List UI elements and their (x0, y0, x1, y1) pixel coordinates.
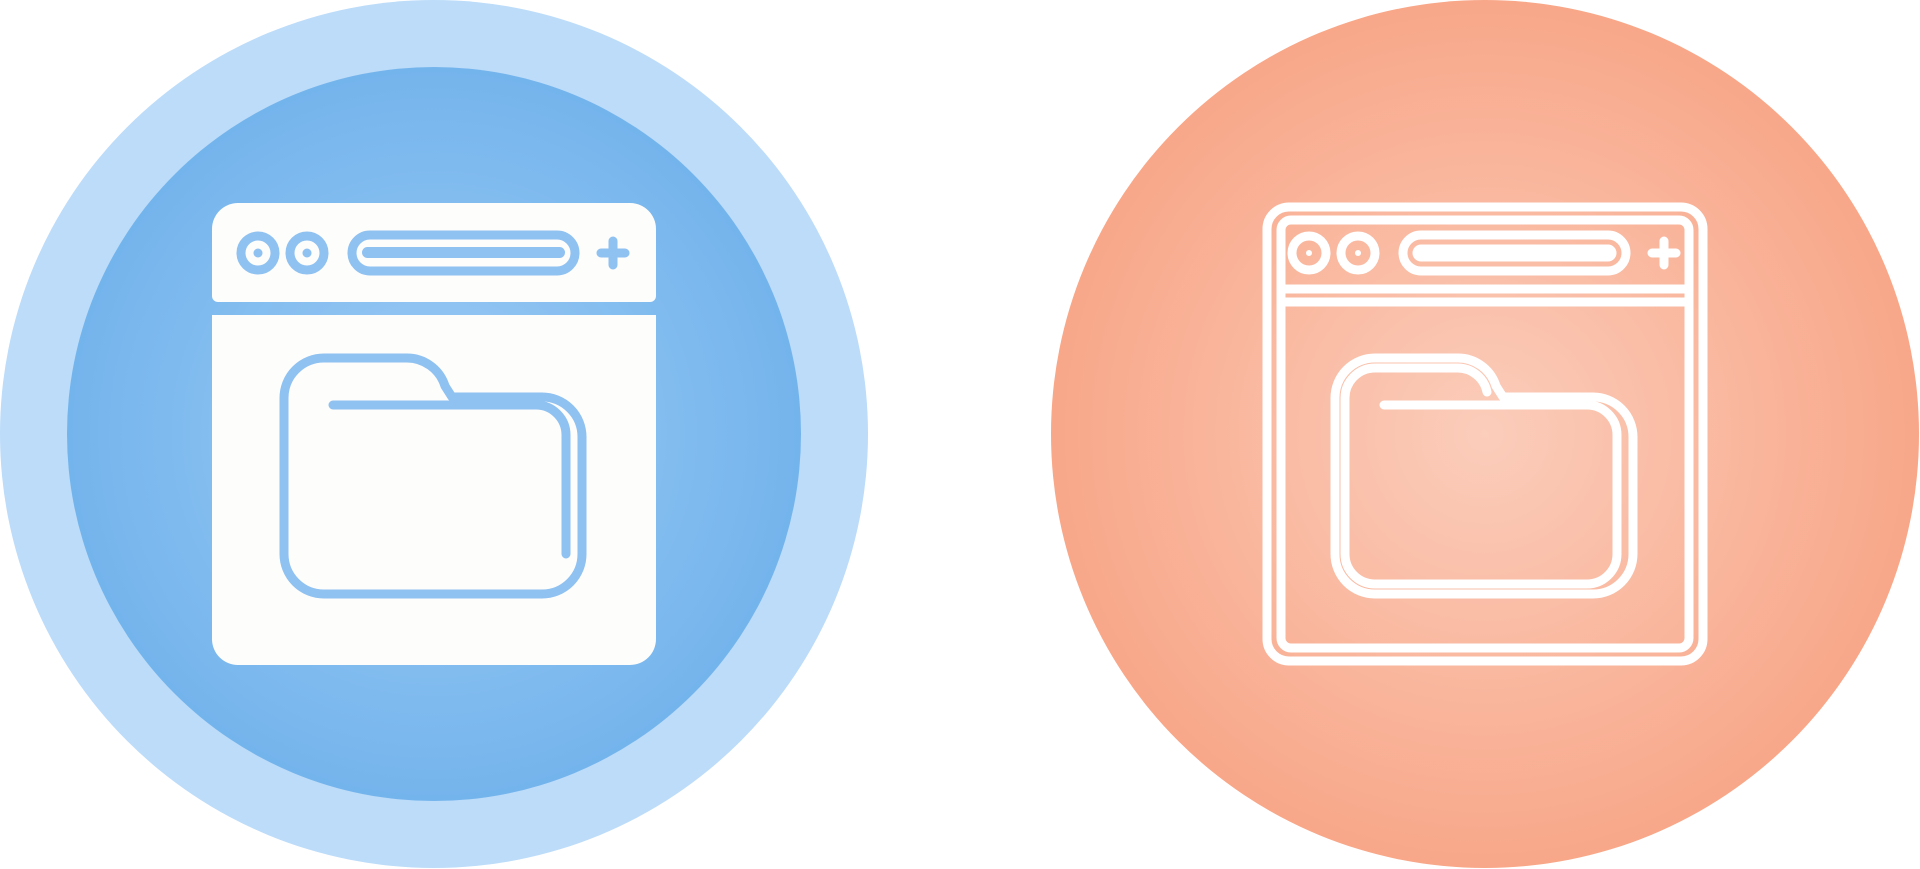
browser-folder-icon (212, 203, 656, 665)
browser-folder-glyph-tile (0, 0, 869, 869)
browser-folder-outline-svg (1051, 0, 1919, 868)
browser-folder-glyph-svg (0, 0, 868, 868)
icon-set-canvas (0, 0, 1920, 869)
background-circle (1051, 0, 1919, 868)
browser-folder-outline-tile (1051, 0, 1920, 869)
